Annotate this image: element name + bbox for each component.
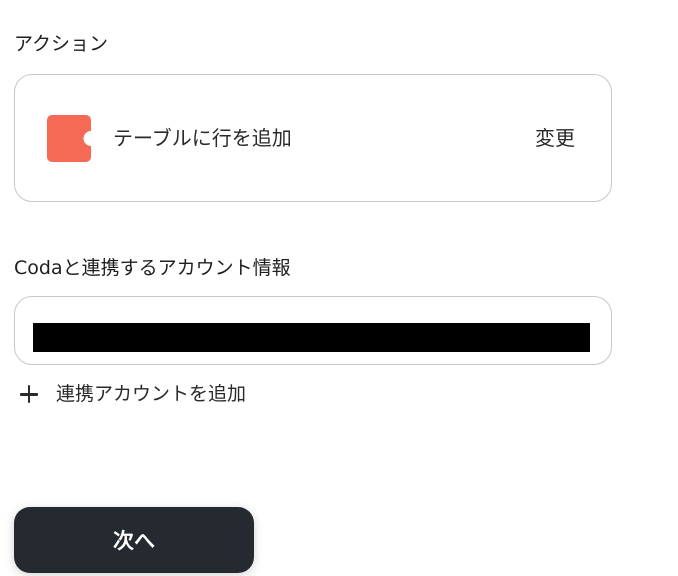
- action-settings-page: アクション テーブルに行を追加 変更 Codaと連携するアカウント情報 連携アカ…: [0, 0, 678, 576]
- coda-logo-icon: [47, 115, 91, 162]
- next-button[interactable]: 次へ: [14, 507, 254, 573]
- action-card: テーブルに行を追加 変更: [14, 74, 612, 202]
- redacted-account-value: [33, 323, 590, 352]
- add-account-label: 連携アカウントを追加: [56, 383, 247, 405]
- plus-icon: [18, 383, 40, 405]
- change-action-button[interactable]: 変更: [535, 125, 575, 151]
- action-name: テーブルに行を追加: [113, 126, 292, 150]
- account-select[interactable]: [14, 296, 612, 365]
- account-section-label: Codaと連携するアカウント情報: [14, 257, 291, 279]
- add-account-button[interactable]: 連携アカウントを追加: [18, 380, 246, 408]
- action-section-label: アクション: [14, 33, 109, 55]
